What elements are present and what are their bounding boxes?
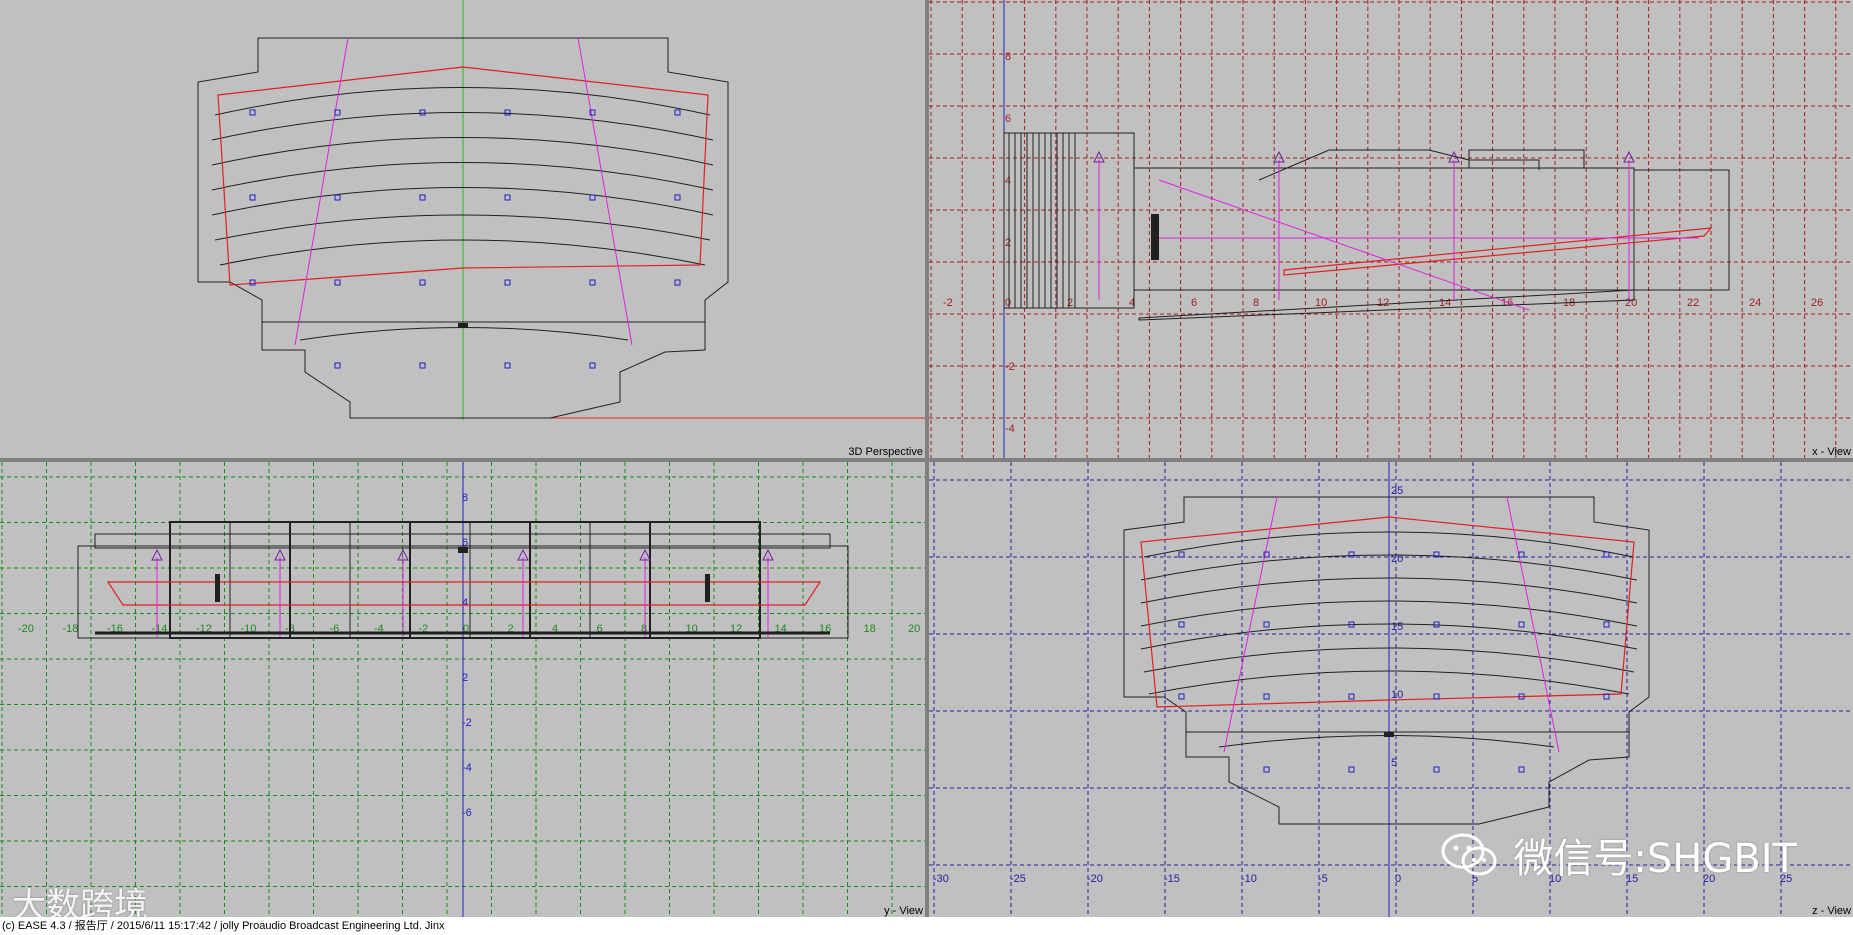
tick-label: 15 <box>1391 621 1403 633</box>
seating-row <box>1218 735 1555 748</box>
rear-section <box>1633 169 1730 291</box>
y-view-drawing: -20-18-16-14-12-10-8-6-4-202468101214161… <box>0 462 925 917</box>
x-view-viewport[interactable]: -2 0 2 4 6 8 10 12 14 16 18 20 22 24 26 8 6 4 2 -2 -4 x - Vi… <box>929 0 1853 458</box>
receiver-point <box>1178 551 1185 558</box>
tick-label: 16 <box>1501 297 1513 309</box>
receiver-point <box>1518 621 1525 628</box>
tick-label: 26 <box>1811 297 1823 309</box>
status-bar-text: (c) EASE 4.3 / 报告厅 / 2015/6/11 15:17:42 … <box>2 920 445 932</box>
receiver-point <box>1348 551 1355 558</box>
hall-section <box>1133 167 1635 291</box>
wechat-id-text: 微信号:SHGBIT <box>1513 836 1797 882</box>
perspective-drawing <box>197 0 925 420</box>
tick-label: -2 <box>1005 361 1015 373</box>
tick-label: 2 <box>462 672 468 684</box>
viewport-label: x - View <box>1812 446 1851 458</box>
receiver-point <box>1178 621 1185 628</box>
viewport-label: 3D Perspective <box>848 446 923 458</box>
tick-label: 8 <box>1253 297 1259 309</box>
tick-label: -15 <box>1164 873 1180 885</box>
tick-label: 4 <box>462 597 468 609</box>
receiver-point <box>1348 693 1355 700</box>
tick-label: -2 <box>943 297 953 309</box>
tick-label: 2 <box>1067 297 1073 309</box>
viewport-label: z - View <box>1812 905 1851 917</box>
tick-label: 0 <box>1005 297 1011 309</box>
tick-label: 20 <box>908 623 920 635</box>
tick-label: 6 <box>1191 297 1197 309</box>
tick-label: 22 <box>1687 297 1699 309</box>
tick-label: 25 <box>1391 485 1403 497</box>
receiver-point <box>1518 551 1525 558</box>
stage-source <box>458 323 468 328</box>
tick-label: 0 <box>1395 873 1401 885</box>
tick-label: -30 <box>933 873 949 885</box>
balcony <box>1468 149 1585 169</box>
x-view-drawing: -2 0 2 4 6 8 10 12 14 16 18 20 22 24 268642-2-4 <box>929 0 1853 458</box>
tick-label: 4 <box>1005 175 1011 187</box>
tick-label: 24 <box>1749 297 1761 309</box>
tick-label: -5 <box>1318 873 1328 885</box>
centre-source <box>458 547 468 553</box>
tick-label: 8 <box>1005 51 1011 63</box>
receiver-point <box>1178 693 1185 700</box>
tick-label: -4 <box>462 762 472 774</box>
tick-label: 8 <box>462 492 468 504</box>
tick-label: -6 <box>462 807 472 819</box>
audience-area-outline <box>1140 516 1635 708</box>
tick-label: 5 <box>1391 757 1397 769</box>
wechat-icon <box>1441 833 1497 876</box>
wechat-watermark: 微信号:SHGBIT <box>1437 826 1797 884</box>
receiver-point <box>1518 766 1525 773</box>
tick-label: -10 <box>1241 873 1257 885</box>
receiver-point <box>1603 551 1610 558</box>
tick-label: -25 <box>1010 873 1026 885</box>
perspective-viewport[interactable]: 3D Perspective <box>0 0 925 458</box>
tick-label: 6 <box>1005 113 1011 125</box>
receiver-points <box>249 109 681 369</box>
receiver-point <box>1603 621 1610 628</box>
status-bar: (c) EASE 4.3 / 报告厅 / 2015/6/11 15:17:42 … <box>0 917 1853 935</box>
tick-label: -20 <box>1087 873 1103 885</box>
tick-label: -4 <box>1005 423 1015 435</box>
receiver-point <box>1433 766 1440 773</box>
stage-source <box>1384 732 1394 737</box>
tick-label: 18 <box>864 623 876 635</box>
speaker-array-right <box>705 574 710 602</box>
audience-plane <box>1283 227 1713 276</box>
receiver-point <box>1263 693 1270 700</box>
viewport-divider-horizontal[interactable] <box>0 458 1853 462</box>
tick-label: -20 <box>18 623 34 635</box>
speaker-array <box>1151 214 1159 260</box>
tick-label: -18 <box>63 623 79 635</box>
speaker-aim-right <box>1506 496 1560 753</box>
receiver-point <box>1263 766 1270 773</box>
y-view-viewport[interactable]: -20-18-16-14-12-10-8-6-4-202468101214161… <box>0 462 925 917</box>
receiver-point <box>1348 766 1355 773</box>
speaker-aim-left <box>294 37 349 346</box>
tick-label: 20 <box>1625 297 1637 309</box>
stage-outline <box>1185 731 1630 825</box>
speaker-aim-right <box>577 37 633 346</box>
tick-label: 12 <box>1377 297 1389 309</box>
tick-label: 2 <box>1005 237 1011 249</box>
tick-label: -2 <box>462 717 472 729</box>
receiver-point <box>1263 621 1270 628</box>
viewport-label: y - View <box>884 905 923 917</box>
speaker-array-left <box>215 574 220 602</box>
